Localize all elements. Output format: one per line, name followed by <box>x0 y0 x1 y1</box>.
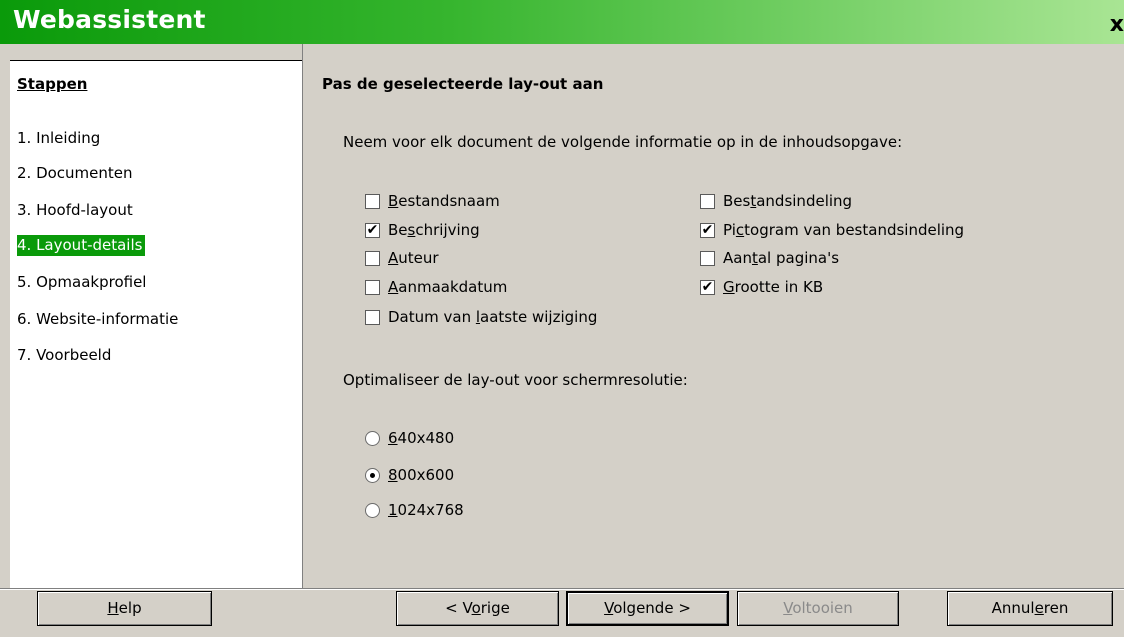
cancel-button[interactable]: Annuleren <box>947 591 1113 626</box>
radio-label: 640x480 <box>388 429 455 447</box>
page-title: Pas de geselecteerde lay-out aan <box>322 75 604 93</box>
radio-label: 800x600 <box>388 466 455 484</box>
checkbox-checked[interactable]: ✔ <box>700 222 715 238</box>
radio-button[interactable] <box>365 430 380 446</box>
sidebar-border <box>302 44 303 588</box>
checkbox-label: Datum van laatste wijziging <box>388 308 598 326</box>
radio-800x600[interactable]: 800x600 <box>365 465 454 485</box>
checkbox-aantal-paginas[interactable]: Aantal pagina's <box>700 248 839 268</box>
title-bar: Webassistent x <box>0 0 1124 44</box>
radio-button[interactable] <box>365 502 380 518</box>
checkbox-label: Bestandsnaam <box>388 192 500 210</box>
checkbox-datum-laatste-wijziging[interactable]: Datum van laatste wijziging <box>365 307 597 327</box>
help-button[interactable]: Help <box>37 591 212 626</box>
checkbox-pictogram-bestandsindeling[interactable]: ✔ Pictogram van bestandsindeling <box>700 220 964 240</box>
sidebar-heading: Stappen <box>17 75 88 93</box>
checkbox-box[interactable] <box>700 193 715 209</box>
finish-button[interactable]: Voltooien <box>737 591 899 626</box>
sidebar-item-hoofd-layout[interactable]: 3. Hoofd-layout <box>17 200 135 221</box>
sidebar-item-inleiding[interactable]: 1. Inleiding <box>17 128 102 149</box>
radio-640x480[interactable]: 640x480 <box>365 428 454 448</box>
sidebar-item-website-informatie[interactable]: 6. Website-informatie <box>17 309 180 330</box>
checkbox-box[interactable] <box>700 250 715 266</box>
checkbox-beschrijving[interactable]: ✔ Beschrijving <box>365 220 480 240</box>
checkbox-label: Beschrijving <box>388 221 480 239</box>
checkbox-bestandsnaam[interactable]: Bestandsnaam <box>365 191 500 211</box>
checkbox-box[interactable] <box>365 279 380 295</box>
checkbox-label: Grootte in KB <box>723 278 824 296</box>
radio-1024x768[interactable]: 1024x768 <box>365 500 464 520</box>
previous-button[interactable]: < Vorige <box>396 591 559 626</box>
checkbox-label: Aanmaakdatum <box>388 278 508 296</box>
checkbox-checked[interactable]: ✔ <box>700 279 715 295</box>
checkbox-label: Aantal pagina's <box>723 249 840 267</box>
sidebar-item-opmaakprofiel[interactable]: 5. Opmaakprofiel <box>17 272 148 293</box>
checkbox-grootte-in-kb[interactable]: ✔ Grootte in KB <box>700 277 823 297</box>
radio-button[interactable] <box>365 467 380 483</box>
sidebar-item-documenten[interactable]: 2. Documenten <box>17 163 135 184</box>
checkbox-label: Pictogram van bestandsindeling <box>723 221 965 239</box>
checkbox-box[interactable] <box>365 193 380 209</box>
checkbox-bestandsindeling[interactable]: Bestandsindeling <box>700 191 852 211</box>
checkbox-label: Bestandsindeling <box>723 192 853 210</box>
checkbox-box[interactable] <box>365 250 380 266</box>
checkbox-box[interactable] <box>365 309 380 325</box>
checkbox-checked[interactable]: ✔ <box>365 222 380 238</box>
sidebar-item-voorbeeld[interactable]: 7. Voorbeeld <box>17 345 113 366</box>
close-icon[interactable]: x <box>1100 14 1124 36</box>
checkbox-aanmaakdatum[interactable]: Aanmaakdatum <box>365 277 507 297</box>
sidebar-item-layout-details[interactable]: 4. Layout-details <box>17 235 146 256</box>
resolution-label: Optimaliseer de lay-out voor schermresol… <box>343 371 688 389</box>
checkbox-label: Auteur <box>388 249 439 267</box>
footer-divider-highlight <box>0 589 1124 590</box>
next-button[interactable]: Volgende > <box>566 591 729 626</box>
checkbox-auteur[interactable]: Auteur <box>365 248 439 268</box>
window-title: Webassistent <box>13 5 206 34</box>
radio-label: 1024x768 <box>388 501 464 519</box>
sidebar-divider <box>10 60 302 61</box>
radio-selected-dot <box>370 472 375 478</box>
info-description: Neem voor elk document de volgende infor… <box>343 133 903 151</box>
